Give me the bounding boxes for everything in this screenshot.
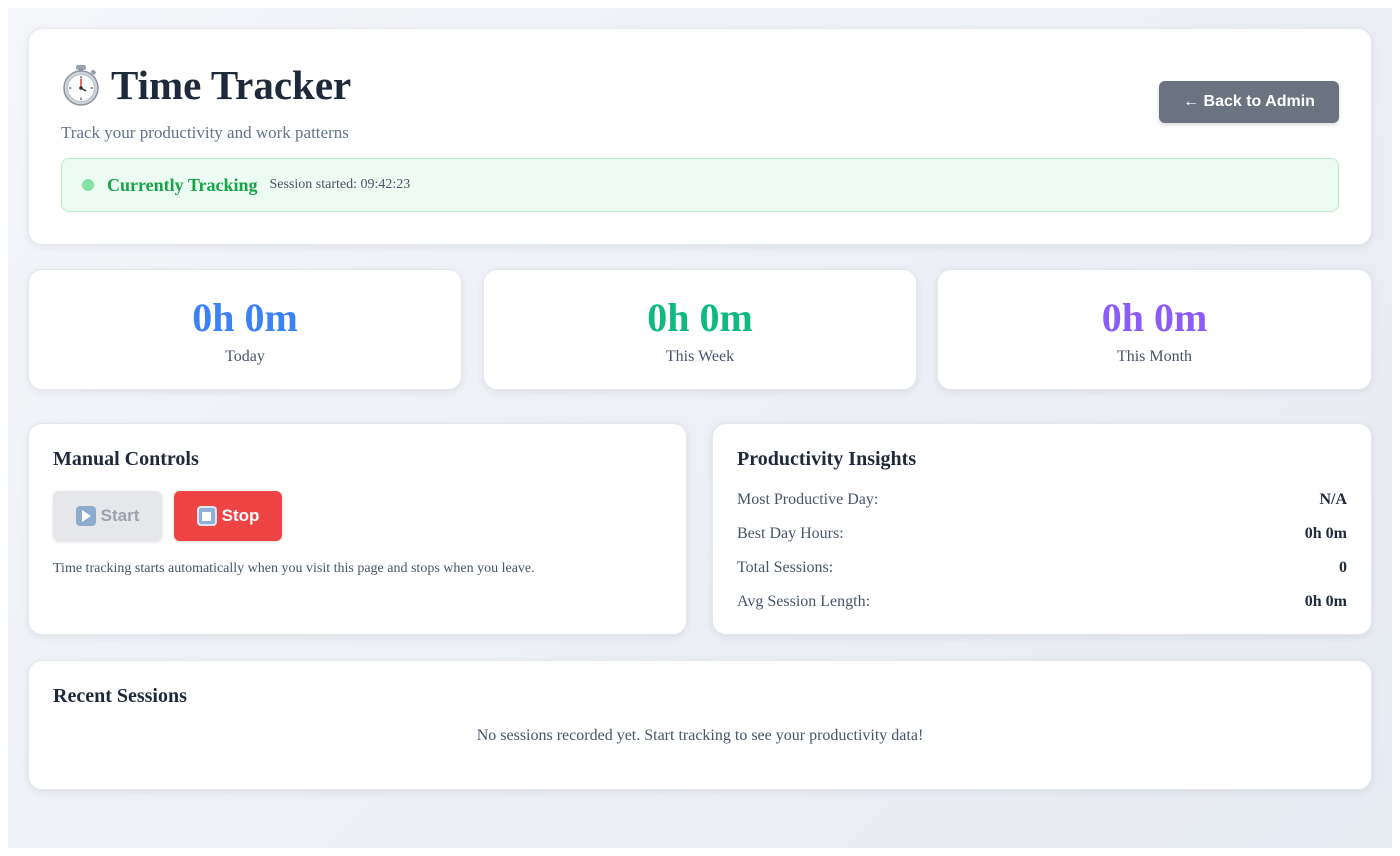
- controls-note: Time tracking starts automatically when …: [53, 561, 535, 576]
- stopwatch-icon: [63, 65, 99, 106]
- insight-value: 0: [1339, 559, 1347, 576]
- page-background: Time Tracker Track your productivity and…: [8, 8, 1392, 848]
- header-card: Time Tracker Track your productivity and…: [28, 28, 1372, 245]
- back-to-admin-button[interactable]: ← Back to Admin: [1159, 81, 1339, 123]
- play-icon: [75, 506, 96, 526]
- tracking-status-label: Currently Tracking: [107, 174, 258, 195]
- page-title: Time Tracker: [111, 62, 352, 108]
- insight-row-avg-session-length: Avg Session Length: 0h 0m: [737, 591, 1347, 613]
- insight-value: N/A: [1319, 491, 1347, 508]
- recent-sessions-card: Recent Sessions No sessions recorded yet…: [28, 660, 1372, 790]
- title-row: Time Tracker: [61, 61, 351, 109]
- insight-row-best-day-hours: Best Day Hours: 0h 0m: [737, 523, 1347, 545]
- session-start-time: Session started: 09:42:23: [269, 177, 411, 192]
- start-button[interactable]: Start: [53, 491, 162, 541]
- insight-row-most-productive-day: Most Productive Day: N/A: [737, 489, 1347, 511]
- stat-card-today: 0h 0m Today: [28, 269, 462, 390]
- tracking-status-banner: Currently Tracking Session started: 09:4…: [61, 158, 1339, 212]
- insight-value: 0h 0m: [1304, 593, 1347, 610]
- sessions-empty-message: No sessions recorded yet. Start tracking…: [476, 727, 924, 744]
- recent-sessions-title: Recent Sessions: [53, 685, 187, 707]
- stat-card-week: 0h 0m This Week: [483, 269, 917, 390]
- page-subtitle: Track your productivity and work pattern…: [61, 123, 349, 142]
- stat-label-week: This Week: [665, 348, 735, 365]
- stat-card-month: 0h 0m This Month: [937, 269, 1372, 390]
- stop-button[interactable]: Stop: [174, 491, 282, 541]
- insight-label: Best Day Hours:: [737, 525, 844, 542]
- productivity-insights-card: Productivity Insights Most Productive Da…: [712, 423, 1372, 635]
- stop-icon: [196, 506, 217, 526]
- stat-value-today: 0h 0m: [192, 295, 298, 340]
- stat-value-month: 0h 0m: [1101, 295, 1208, 340]
- stop-button-label: Stop: [221, 506, 260, 525]
- insight-value: 0h 0m: [1304, 525, 1347, 542]
- status-dot-icon: [82, 179, 94, 191]
- stat-label-today: Today: [225, 348, 265, 365]
- insight-row-total-sessions: Total Sessions: 0: [737, 557, 1347, 579]
- stat-value-week: 0h 0m: [647, 295, 753, 340]
- start-button-label: Start: [100, 506, 140, 525]
- stat-label-month: This Month: [1116, 348, 1193, 365]
- insight-label: Total Sessions:: [737, 559, 834, 576]
- insight-label: Avg Session Length:: [737, 593, 871, 610]
- insights-title: Productivity Insights: [737, 448, 917, 470]
- manual-controls-title: Manual Controls: [53, 448, 199, 470]
- manual-controls-card: Manual Controls Start Stop Time tracking…: [28, 423, 687, 635]
- insight-label: Most Productive Day:: [737, 491, 879, 508]
